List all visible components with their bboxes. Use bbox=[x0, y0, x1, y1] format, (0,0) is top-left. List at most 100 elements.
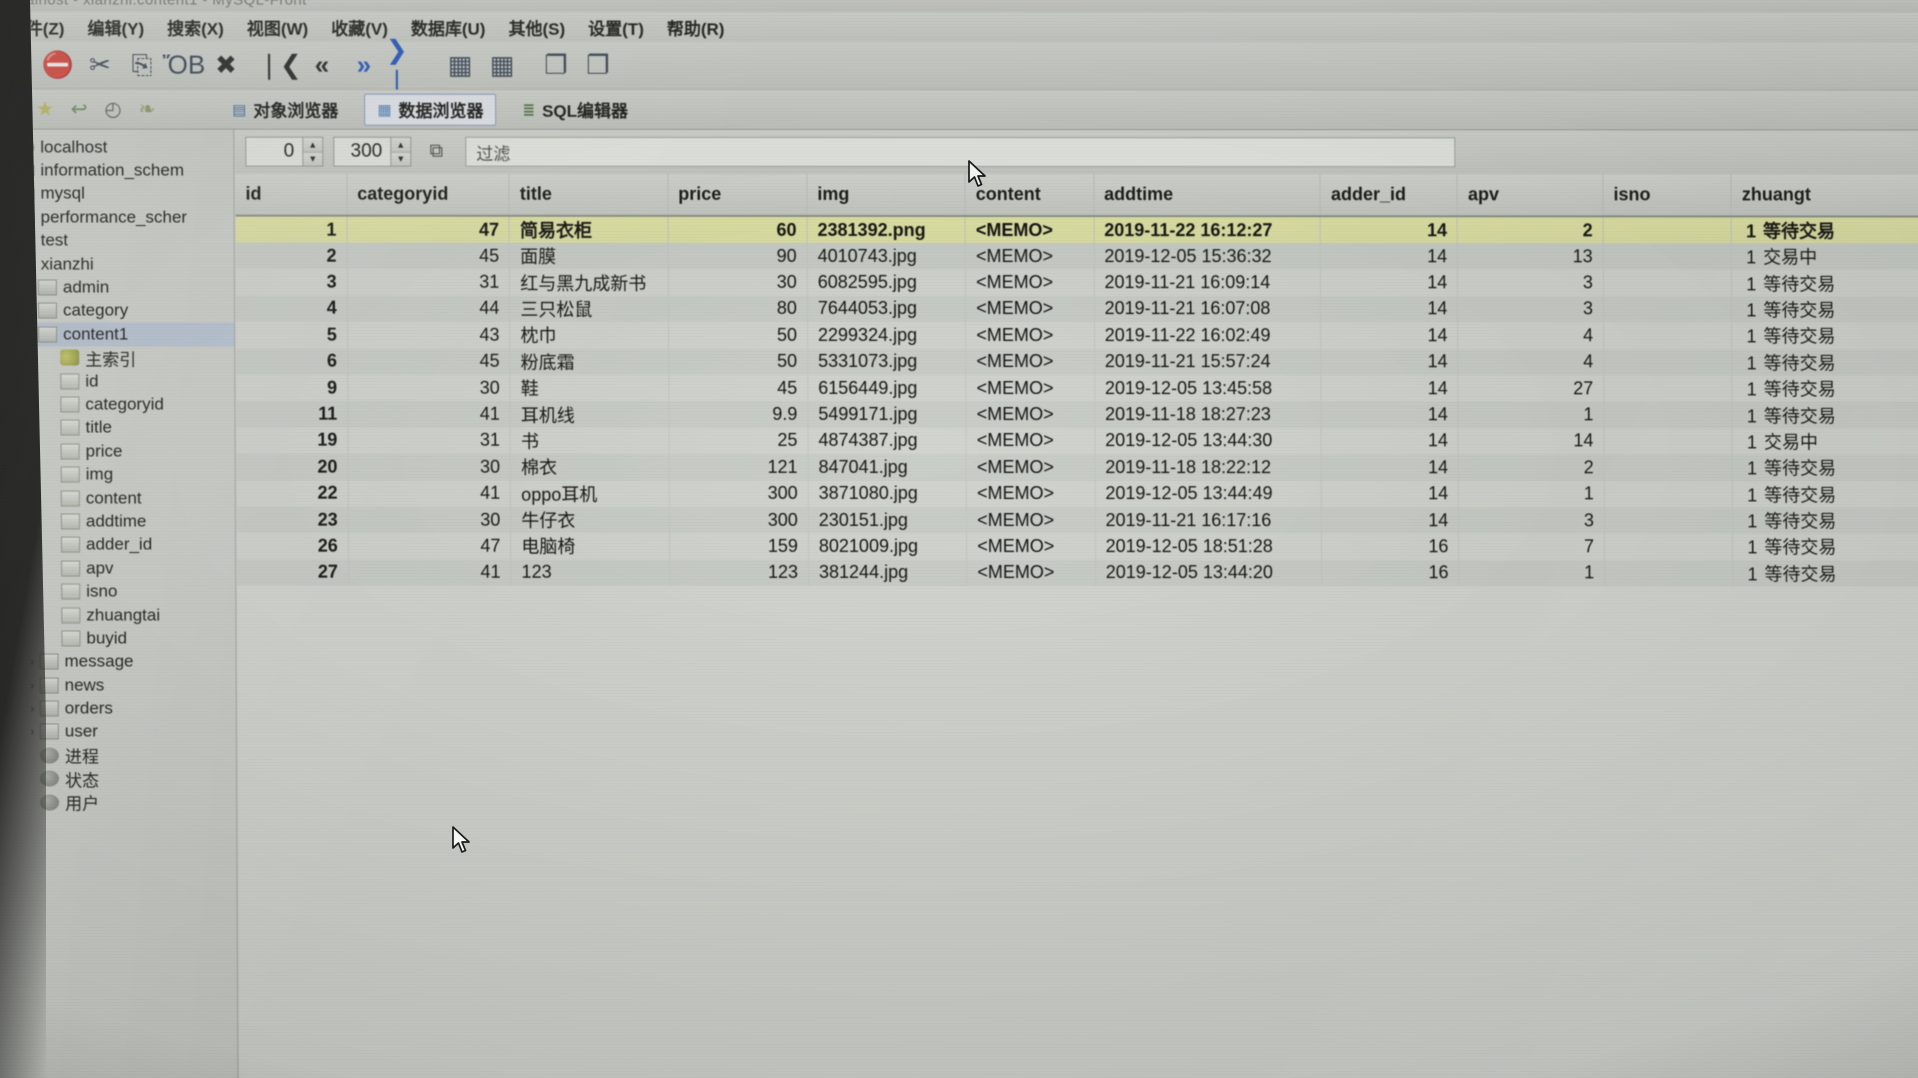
expand-arrow-icon[interactable]: › bbox=[25, 678, 40, 692]
cell-zhuangtai[interactable]: 1 等待交易 bbox=[1732, 560, 1918, 587]
cell-isno[interactable] bbox=[1603, 375, 1733, 402]
cell-addtime[interactable]: 2019-12-05 13:44:49 bbox=[1094, 480, 1322, 508]
cell-price[interactable]: 50 bbox=[668, 348, 808, 375]
column-header-content[interactable]: content bbox=[965, 174, 1094, 217]
cell-content[interactable]: <MEMO> bbox=[965, 348, 1095, 376]
cell-title[interactable]: 粉底霜 bbox=[510, 348, 669, 375]
cell-addtime[interactable]: 2019-11-18 18:22:12 bbox=[1094, 454, 1322, 481]
cell-img[interactable]: 4010743.jpg bbox=[807, 242, 966, 270]
cell-categoryid[interactable]: 30 bbox=[347, 453, 511, 481]
table-row[interactable]: 19 31 书 25 4874387.jpg <MEMO> 2019-12-05 13:44… bbox=[236, 427, 1918, 455]
cell-isno[interactable] bbox=[1604, 533, 1733, 561]
cell-addtime[interactable]: 2019-11-21 16:09:14 bbox=[1093, 269, 1321, 296]
cell-categoryid[interactable]: 45 bbox=[346, 242, 510, 270]
column-header-apv[interactable]: apv bbox=[1457, 174, 1604, 217]
cell-title[interactable]: oppo耳机 bbox=[510, 480, 670, 507]
table-row[interactable]: 9 30 鞋 45 6156449.jpg <MEMO> 2019-12-05 13:45:… bbox=[236, 374, 1918, 402]
menu-view[interactable]: 视图(W) bbox=[236, 12, 321, 41]
cell-isno[interactable] bbox=[1603, 243, 1732, 270]
cell-adder_id[interactable]: 14 bbox=[1321, 348, 1459, 376]
cell-content[interactable]: <MEMO> bbox=[966, 533, 1096, 560]
cell-addtime[interactable]: 2019-12-05 13:45:58 bbox=[1094, 375, 1322, 402]
cell-isno[interactable] bbox=[1603, 216, 1732, 244]
next-page-icon[interactable]: » bbox=[344, 44, 384, 86]
data-grid[interactable]: id categoryid title price img content addtime a… bbox=[235, 173, 1918, 587]
first-record-icon[interactable]: ❘❮ bbox=[258, 44, 302, 86]
cell-adder_id[interactable]: 16 bbox=[1322, 559, 1460, 587]
sidebar-item-price[interactable]: price bbox=[0, 440, 235, 464]
cell-apv[interactable]: 13 bbox=[1457, 243, 1604, 270]
limit-value[interactable]: 300 bbox=[334, 138, 390, 166]
insert-row-icon[interactable]: ▦ bbox=[440, 44, 480, 86]
column-header-adder_id[interactable]: adder_id bbox=[1320, 174, 1458, 217]
cell-categoryid[interactable]: 31 bbox=[347, 427, 511, 454]
offset-spinner[interactable]: ▲ ▼ bbox=[302, 137, 323, 166]
cell-content[interactable]: <MEMO> bbox=[965, 322, 1095, 349]
cell-id[interactable]: 5 bbox=[236, 321, 348, 349]
expand-arrow-icon[interactable]: › bbox=[0, 187, 15, 201]
cell-img[interactable]: 381244.jpg bbox=[808, 559, 967, 587]
sidebar-item-content1[interactable]: ⌄ content1 bbox=[0, 322, 235, 347]
sidebar-item-orders[interactable]: › orders bbox=[0, 697, 236, 721]
expand-arrow-icon[interactable]: ⌄ bbox=[1, 257, 16, 271]
bookmark-add-icon[interactable]: ▣ bbox=[0, 93, 28, 125]
sidebar-item-news[interactable]: › news bbox=[0, 673, 236, 697]
cell-adder_id[interactable]: 14 bbox=[1321, 480, 1459, 508]
cell-categoryid[interactable]: 47 bbox=[348, 532, 512, 560]
cell-content[interactable]: <MEMO> bbox=[965, 269, 1095, 296]
cell-adder_id[interactable]: 14 bbox=[1321, 322, 1459, 349]
column-header-title[interactable]: title bbox=[509, 173, 668, 216]
sidebar-item-localhost[interactable]: localhost bbox=[0, 135, 233, 159]
cell-adder_id[interactable]: 14 bbox=[1321, 375, 1459, 402]
cell-zhuangtai[interactable]: 1 等待交易 bbox=[1731, 296, 1918, 323]
cell-apv[interactable]: 3 bbox=[1457, 296, 1604, 323]
tab-sql-editor[interactable]: ≣ SQL编辑器 bbox=[510, 93, 640, 125]
cell-addtime[interactable]: 2019-11-21 16:17:16 bbox=[1094, 506, 1322, 534]
cell-adder_id[interactable]: 14 bbox=[1320, 216, 1458, 244]
cell-price[interactable]: 159 bbox=[669, 533, 809, 560]
rollback-icon[interactable]: ❐ bbox=[578, 44, 618, 86]
cell-content[interactable]: <MEMO> bbox=[965, 295, 1095, 323]
refresh-icon[interactable]: ↻ bbox=[0, 44, 36, 86]
cell-apv[interactable]: 3 bbox=[1458, 507, 1605, 534]
cell-categoryid[interactable]: 30 bbox=[348, 506, 511, 534]
cell-id[interactable]: 22 bbox=[236, 480, 349, 507]
cell-id[interactable]: 2 bbox=[235, 242, 348, 270]
prev-page-icon[interactable]: « bbox=[302, 44, 342, 86]
cell-title[interactable]: 面膜 bbox=[509, 242, 669, 270]
cell-isno[interactable] bbox=[1603, 348, 1733, 376]
cell-title[interactable]: 123 bbox=[511, 559, 670, 586]
expand-arrow-icon[interactable]: › bbox=[23, 304, 38, 318]
sidebar-item-admin[interactable]: › admin bbox=[0, 276, 234, 300]
cell-price[interactable]: 25 bbox=[668, 427, 809, 455]
cell-categoryid[interactable]: 30 bbox=[347, 374, 511, 402]
column-header-zhuangtai[interactable]: zhuangt bbox=[1731, 174, 1918, 217]
cell-zhuangtai[interactable]: 1 等待交易 bbox=[1732, 375, 1918, 402]
cell-price[interactable]: 121 bbox=[668, 453, 809, 481]
cell-img[interactable]: 5331073.jpg bbox=[807, 348, 967, 375]
cell-addtime[interactable]: 2019-11-18 18:27:23 bbox=[1094, 401, 1322, 428]
cell-categoryid[interactable]: 45 bbox=[347, 348, 511, 375]
cell-img[interactable]: 2381392.png bbox=[806, 215, 966, 244]
cell-title[interactable]: 三只松鼠 bbox=[509, 295, 669, 323]
cell-adder_id[interactable]: 14 bbox=[1320, 269, 1458, 297]
table-row[interactable]: 20 30 棉衣 121 847041.jpg <MEMO> 2019-11-18 18:2… bbox=[236, 453, 1918, 482]
menu-help[interactable]: 帮助(R) bbox=[656, 12, 737, 41]
expand-arrow-icon[interactable]: › bbox=[1, 210, 16, 224]
cell-addtime[interactable]: 2019-12-05 18:51:28 bbox=[1095, 533, 1323, 560]
cell-apv[interactable]: 3 bbox=[1457, 269, 1604, 297]
cell-adder_id[interactable]: 14 bbox=[1321, 427, 1459, 455]
cell-apv[interactable]: 7 bbox=[1458, 533, 1605, 561]
column-header-addtime[interactable]: addtime bbox=[1093, 174, 1321, 217]
paste-icon[interactable]: ὌB bbox=[163, 44, 206, 86]
sidebar-item-[interactable]: 进程 bbox=[0, 744, 236, 768]
expand-arrow-icon[interactable]: › bbox=[1, 234, 16, 248]
cell-zhuangtai[interactable]: 1 交易中 bbox=[1732, 428, 1918, 455]
cell-isno[interactable] bbox=[1604, 560, 1734, 587]
cell-img[interactable]: 230151.jpg bbox=[808, 506, 967, 534]
sidebar-item-category[interactable]: › category bbox=[0, 299, 234, 323]
cell-adder_id[interactable]: 14 bbox=[1321, 454, 1459, 481]
cell-apv[interactable]: 4 bbox=[1457, 322, 1604, 349]
sidebar-item-content[interactable]: content bbox=[0, 486, 235, 510]
column-header-img[interactable]: img bbox=[806, 173, 966, 217]
